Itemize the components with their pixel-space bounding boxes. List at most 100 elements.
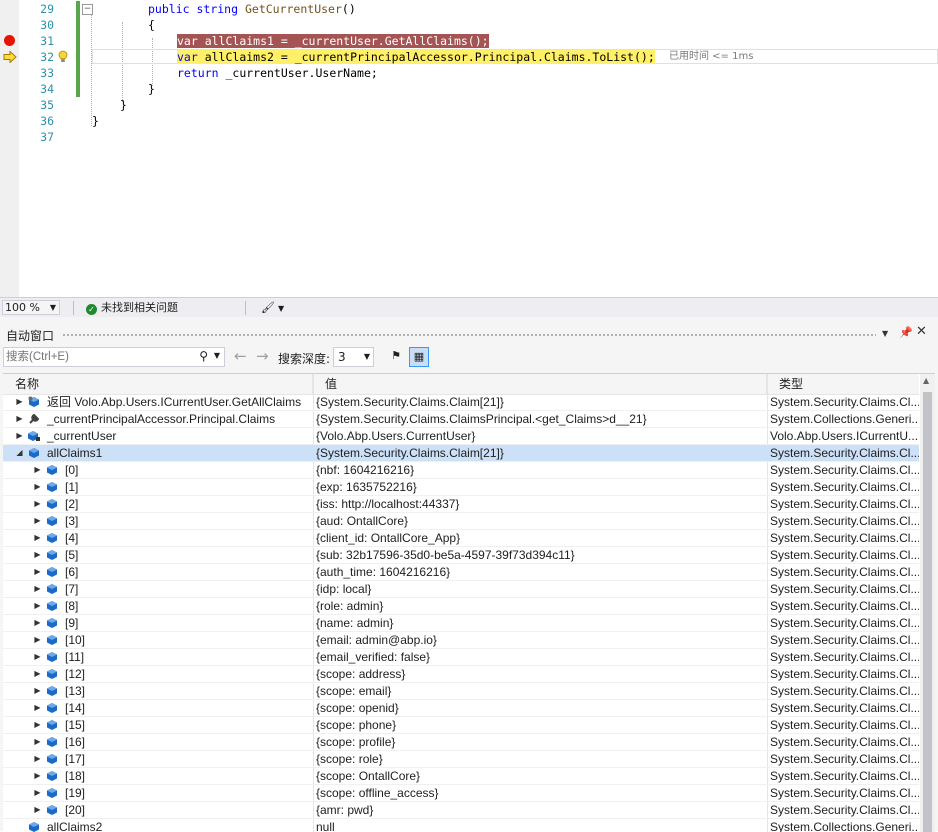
breakpoint-icon[interactable]: [4, 35, 15, 46]
expand-arrow-icon[interactable]: ▶: [15, 411, 24, 427]
collapse-toggle-icon[interactable]: −: [82, 4, 93, 15]
name-cell[interactable]: ▶ [6]: [3, 564, 312, 580]
value-cell[interactable]: {email: admin@abp.io}: [313, 632, 766, 648]
code-line[interactable]: 33 return _currentUser.UserName;: [0, 65, 938, 81]
value-cell[interactable]: {role: admin}: [313, 598, 766, 614]
value-cell[interactable]: {amr: pwd}: [313, 802, 766, 818]
expand-arrow-icon[interactable]: ▶: [33, 530, 42, 546]
name-cell[interactable]: ▶ [20]: [3, 802, 312, 818]
expand-arrow-icon[interactable]: ▶: [33, 564, 42, 580]
name-cell[interactable]: ▶ _currentPrincipalAccessor.Principal.Cla…: [3, 411, 312, 427]
column-header-type[interactable]: 类型: [767, 374, 919, 394]
expand-arrow-icon[interactable]: ▶: [33, 598, 42, 614]
name-cell[interactable]: ▶ [0]: [3, 462, 312, 478]
value-cell[interactable]: {scope: openid}: [313, 700, 766, 716]
name-cell[interactable]: ▶ [9]: [3, 615, 312, 631]
value-cell[interactable]: {email_verified: false}: [313, 649, 766, 665]
code-line-current[interactable]: 32 var allClaims2 = _currentPrincipalAcc…: [0, 49, 938, 65]
value-cell[interactable]: {scope: profile}: [313, 734, 766, 750]
name-cell[interactable]: ▶ [18]: [3, 768, 312, 784]
expand-arrow-icon[interactable]: ▶: [33, 666, 42, 682]
name-cell[interactable]: ▶ [12]: [3, 666, 312, 682]
value-cell[interactable]: {System.Security.Claims.Claim[21]}: [313, 394, 766, 410]
table-row[interactable]: ▶ [8] {role: admin} System.Security.Claims.…: [3, 598, 919, 615]
table-row[interactable]: ▶ [9] {name: admin} System.Security.Claims.…: [3, 615, 919, 632]
value-cell[interactable]: {iss: http://localhost:44337}: [313, 496, 766, 512]
name-cell[interactable]: ▶ [16]: [3, 734, 312, 750]
name-cell[interactable]: ▶ [1]: [3, 479, 312, 495]
name-cell[interactable]: ▶ [5]: [3, 547, 312, 563]
vertical-scrollbar[interactable]: ▲: [920, 374, 935, 832]
code-line[interactable]: 35 }: [0, 97, 938, 113]
window-menu-icon[interactable]: ▼: [882, 329, 888, 338]
name-cell[interactable]: ▶ [11]: [3, 649, 312, 665]
table-row[interactable]: allClaims2 null System.Collections.Generi.…: [3, 819, 919, 832]
table-row[interactable]: ▶ [10] {email: admin@abp.io} System.Securit…: [3, 632, 919, 649]
expand-arrow-icon[interactable]: ▶: [33, 581, 42, 597]
expand-arrow-icon[interactable]: ▶: [33, 802, 42, 818]
code-line[interactable]: 37: [0, 129, 938, 145]
table-row[interactable]: ▶ _currentUser {Volo.Abp.Users.CurrentUser…: [3, 428, 919, 445]
chevron-down-icon[interactable]: ▼: [214, 351, 220, 360]
table-row[interactable]: ▶ _currentPrincipalAccessor.Principal.Cla…: [3, 411, 919, 428]
search-forward-icon[interactable]: →: [256, 347, 269, 365]
issues-indicator[interactable]: ✓ 未找到相关问题: [86, 300, 178, 316]
expand-arrow-icon[interactable]: ▶: [33, 785, 42, 801]
expand-arrow-icon[interactable]: ▶: [33, 768, 42, 784]
value-cell[interactable]: {scope: email}: [313, 683, 766, 699]
table-row[interactable]: ▶ [14] {scope: openid} System.Security.Clai…: [3, 700, 919, 717]
name-cell[interactable]: ▶ _currentUser: [3, 428, 312, 444]
value-cell[interactable]: {scope: address}: [313, 666, 766, 682]
code-line-breakpoint[interactable]: 31 var allClaims1 = _currentUser.GetAllC…: [0, 33, 938, 49]
table-row[interactable]: ▶ [4] {client_id: OntallCore_App} System.Se…: [3, 530, 919, 547]
close-icon[interactable]: ✕: [916, 324, 927, 339]
expand-arrow-icon[interactable]: ▶: [33, 547, 42, 563]
value-cell[interactable]: {idp: local}: [313, 581, 766, 597]
expand-arrow-icon[interactable]: ▶: [33, 462, 42, 478]
value-cell[interactable]: {name: admin}: [313, 615, 766, 631]
table-row[interactable]: ▶ [19] {scope: offline_access} System.Secur…: [3, 785, 919, 802]
search-depth-dropdown[interactable]: 3 ▼: [333, 347, 374, 367]
search-input[interactable]: [6, 349, 194, 364]
table-row[interactable]: ▶ [15] {scope: phone} System.Security.Claim…: [3, 717, 919, 734]
name-cell[interactable]: ▶ [4]: [3, 530, 312, 546]
table-row[interactable]: ▶ [17] {scope: role} System.Security.Claims…: [3, 751, 919, 768]
table-row[interactable]: ▶ [7] {idp: local} System.Security.Claims.C…: [3, 581, 919, 598]
expand-arrow-icon[interactable]: ▶: [33, 649, 42, 665]
autos-title-bar[interactable]: 自动窗口 ▼ 📌 ✕: [0, 324, 938, 344]
expand-arrow-icon[interactable]: ▶: [33, 496, 42, 512]
name-cell[interactable]: ▶ [13]: [3, 683, 312, 699]
expand-arrow-icon[interactable]: ▶: [15, 394, 24, 410]
code-cleanup-button[interactable]: 🖌 ▼: [261, 300, 284, 317]
value-cell[interactable]: {client_id: OntallCore_App}: [313, 530, 766, 546]
table-row[interactable]: ▶ [3] {aud: OntallCore} System.Security.Cla…: [3, 513, 919, 530]
name-cell[interactable]: ▶ [2]: [3, 496, 312, 512]
value-cell[interactable]: null: [313, 819, 766, 832]
column-header-name[interactable]: 名称: [3, 374, 313, 394]
table-row[interactable]: ▶ [6] {auth_time: 1604216216} System.Securi…: [3, 564, 919, 581]
name-cell[interactable]: ▶ [14]: [3, 700, 312, 716]
table-row[interactable]: ▶ [0] {nbf: 1604216216} System.Security.Cla…: [3, 462, 919, 479]
column-header-value[interactable]: 值: [313, 374, 767, 394]
value-cell[interactable]: {System.Security.Claims.Claim[21]}: [313, 445, 766, 461]
code-line[interactable]: 29 − public string GetCurrentUser(): [0, 1, 938, 17]
value-cell[interactable]: {scope: OntallCore}: [313, 768, 766, 784]
value-cell[interactable]: {auth_time: 1604216216}: [313, 564, 766, 580]
table-row[interactable]: ▶ [11] {email_verified: false} System.Secur…: [3, 649, 919, 666]
expand-arrow-icon[interactable]: ▶: [33, 683, 42, 699]
name-cell[interactable]: ▶ [3]: [3, 513, 312, 529]
value-cell[interactable]: {sub: 32b17596-35d0-be5a-4597-39f73d394c…: [313, 547, 766, 563]
name-cell[interactable]: ▶ [17]: [3, 751, 312, 767]
name-cell[interactable]: ▶ [15]: [3, 717, 312, 733]
scroll-up-icon[interactable]: ▲: [923, 376, 929, 385]
value-cell[interactable]: {aud: OntallCore}: [313, 513, 766, 529]
expand-arrow-icon[interactable]: ▶: [33, 700, 42, 716]
name-cell[interactable]: ▶ [7]: [3, 581, 312, 597]
pin-value-button[interactable]: ⚑: [386, 347, 406, 367]
name-cell[interactable]: allClaims2: [3, 819, 312, 832]
expand-arrow-icon[interactable]: ▶: [33, 751, 42, 767]
table-row[interactable]: ▶ [13] {scope: email} System.Security.Claim…: [3, 683, 919, 700]
table-row[interactable]: ▶ [16] {scope: profile} System.Security.Cla…: [3, 734, 919, 751]
scrollbar-thumb[interactable]: [923, 392, 932, 832]
expand-arrow-icon[interactable]: ▶: [33, 632, 42, 648]
